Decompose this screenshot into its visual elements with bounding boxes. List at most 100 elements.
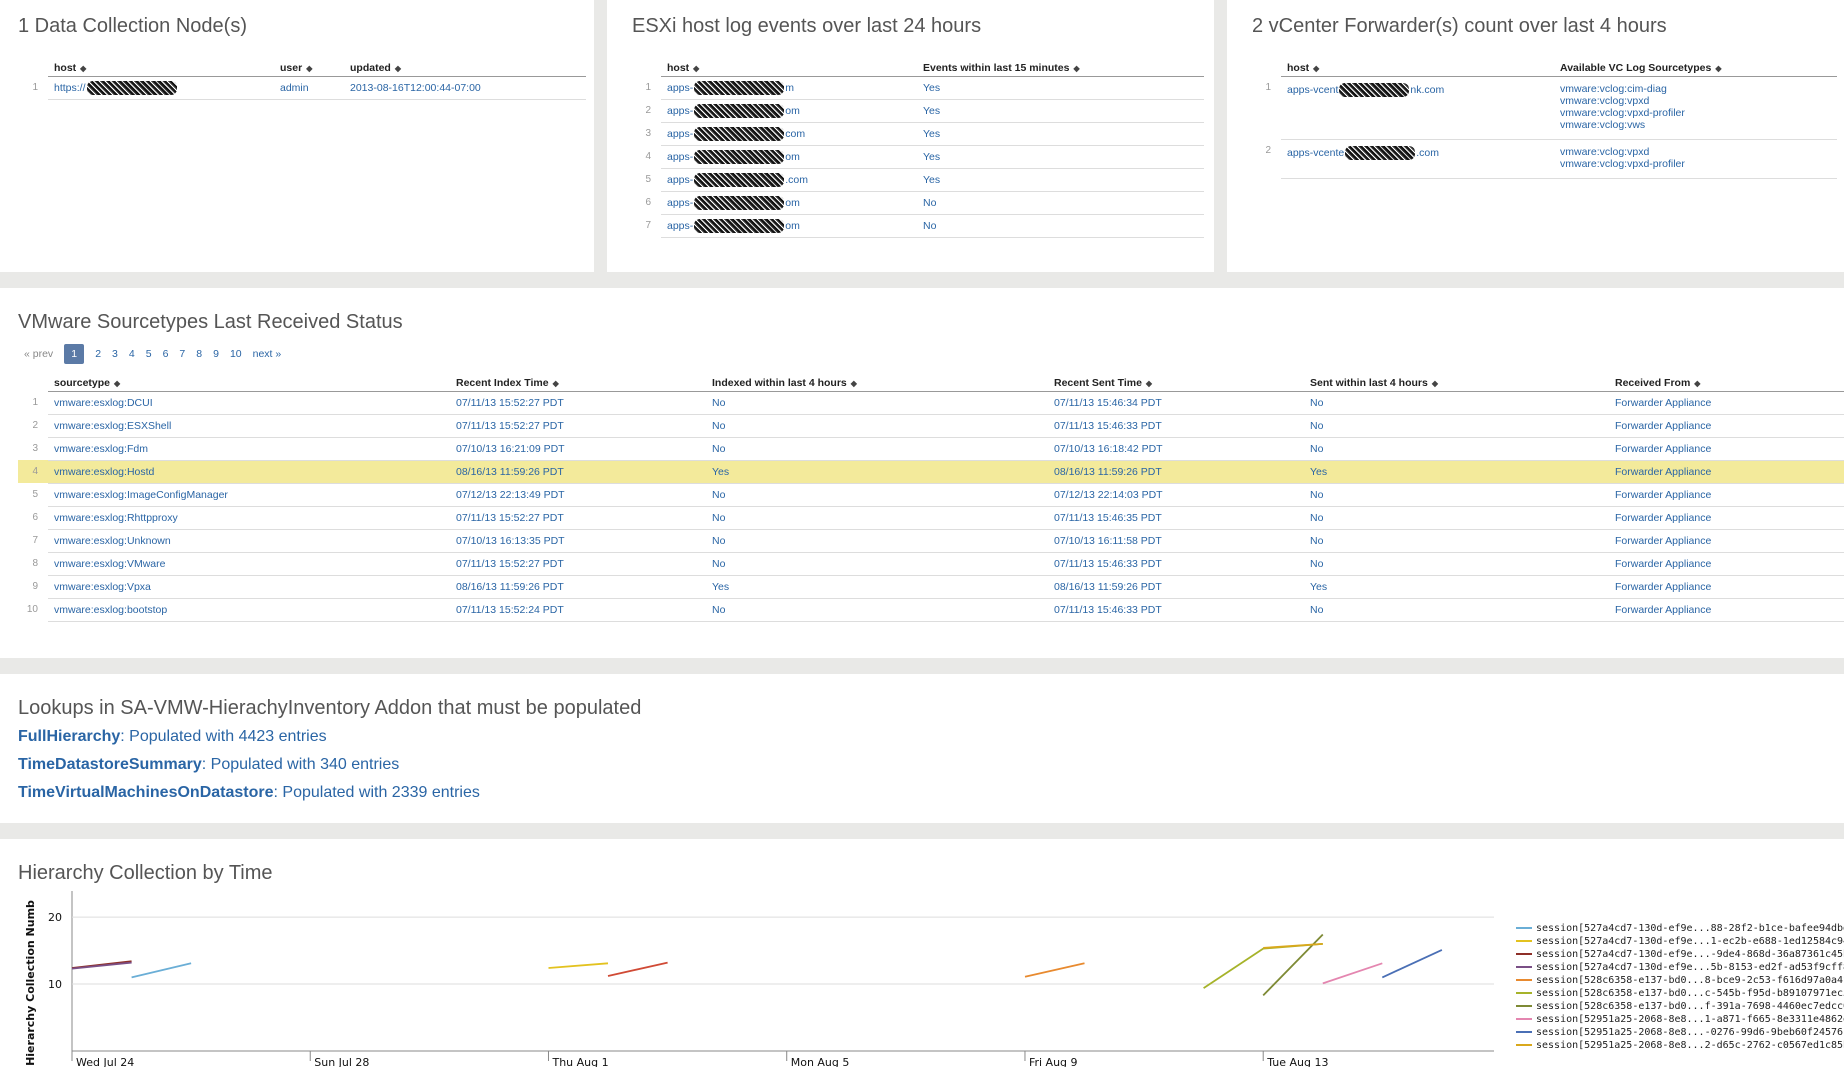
user-cell[interactable]: admin [274, 76, 344, 100]
indexed-cell[interactable]: No [706, 552, 1048, 576]
host-cell[interactable]: https:// [48, 76, 274, 100]
sent-cell[interactable]: No [1304, 414, 1609, 438]
sourcetype-link[interactable]: vmware:vclog:vpxd [1560, 95, 1831, 107]
index-time-cell[interactable]: 07/10/13 16:21:09 PDT [450, 437, 706, 461]
sent-time-cell[interactable]: 07/12/13 22:14:03 PDT [1048, 483, 1304, 507]
col-recent-sent-time[interactable]: Recent Sent Time ◆ [1048, 373, 1304, 392]
sourcetype-link[interactable]: vmware:vclog:vws [1560, 119, 1831, 131]
received-from-cell[interactable]: Forwarder Appliance [1609, 529, 1844, 553]
sourcetype-cell[interactable]: vmware:esxlog:ESXShell [48, 414, 450, 438]
sourcetype-cell[interactable]: vmware:esxlog:Vpxa [48, 575, 450, 599]
pager-page[interactable]: 8 [196, 348, 202, 360]
table-row[interactable]: 2 vmware:esxlog:ESXShell 07/11/13 15:52:27… [18, 414, 1844, 438]
indexed-cell[interactable]: No [706, 414, 1048, 438]
indexed-cell[interactable]: No [706, 506, 1048, 530]
events-cell[interactable]: Yes [917, 76, 1204, 100]
host-cell[interactable]: apps-m [661, 76, 917, 100]
sent-time-cell[interactable]: 07/11/13 15:46:33 PDT [1048, 414, 1304, 438]
table-row[interactable]: 7 apps-om No [631, 214, 1204, 238]
host-cell[interactable]: apps-com [661, 122, 917, 146]
pager-page[interactable]: 2 [95, 348, 101, 360]
sourcetype-cell[interactable]: vmware:esxlog:Unknown [48, 529, 450, 553]
table-row[interactable]: 4 apps-om Yes [631, 145, 1204, 169]
indexed-cell[interactable]: Yes [706, 460, 1048, 484]
received-from-cell[interactable]: Forwarder Appliance [1609, 575, 1844, 599]
index-time-cell[interactable]: 07/11/13 15:52:27 PDT [450, 414, 706, 438]
col-indexed-within[interactable]: Indexed within last 4 hours ◆ [706, 373, 1048, 392]
sent-time-cell[interactable]: 07/11/13 15:46:33 PDT [1048, 598, 1304, 622]
received-from-cell[interactable]: Forwarder Appliance [1609, 598, 1844, 622]
col-received-from[interactable]: Received From ◆ [1609, 373, 1844, 392]
col-events[interactable]: Events within last 15 minutes ◆ [917, 58, 1204, 77]
sent-cell[interactable]: Yes [1304, 575, 1609, 599]
indexed-cell[interactable]: No [706, 437, 1048, 461]
index-time-cell[interactable]: 07/10/13 16:13:35 PDT [450, 529, 706, 553]
host-cell[interactable]: apps- .com [661, 168, 917, 192]
pager-page[interactable]: 1 [64, 344, 85, 364]
host-cell[interactable]: apps-om [661, 145, 917, 169]
table-row[interactable]: 2 apps-vcente .com vmware:vclog:vpxd vmware:… [1251, 139, 1837, 179]
sent-cell[interactable]: No [1304, 529, 1609, 553]
received-from-cell[interactable]: Forwarder Appliance [1609, 437, 1844, 461]
sourcetype-cell[interactable]: vmware:esxlog:ImageConfigManager [48, 483, 450, 507]
index-time-cell[interactable]: 07/12/13 22:13:49 PDT [450, 483, 706, 507]
lookup-link-time-vms-on-datastore[interactable]: TimeVirtualMachinesOnDatastore [18, 784, 274, 801]
col-user[interactable]: user ◆ [274, 58, 344, 77]
indexed-cell[interactable]: No [706, 529, 1048, 553]
table-row[interactable]: 10 vmware:esxlog:bootstop 07/11/13 15:52:2… [18, 598, 1844, 622]
table-row[interactable]: 7 vmware:esxlog:Unknown 07/10/13 16:13:35 … [18, 529, 1844, 553]
table-row[interactable]: 3 apps-com Yes [631, 122, 1204, 146]
pager-page[interactable]: 6 [163, 348, 169, 360]
sourcetype-cell[interactable]: vmware:esxlog:Rhttpproxy [48, 506, 450, 530]
col-sent-within[interactable]: Sent within last 4 hours ◆ [1304, 373, 1609, 392]
lookup-link-full-hierarchy[interactable]: FullHierarchy [18, 728, 120, 745]
sent-cell[interactable]: No [1304, 506, 1609, 530]
table-row[interactable]: 5 apps- .com Yes [631, 168, 1204, 192]
table-row[interactable]: 1 apps-vcent nk.com vmware:vclog:cim-diag vm… [1251, 76, 1837, 140]
host-cell[interactable]: apps-om [661, 99, 917, 123]
sourcetype-link[interactable]: vmware:vclog:vpxd-profiler [1560, 107, 1831, 119]
sent-time-cell[interactable]: 07/11/13 15:46:33 PDT [1048, 552, 1304, 576]
sourcetype-link[interactable]: vmware:vclog:vpxd [1560, 146, 1831, 158]
pager-page[interactable]: 4 [129, 348, 135, 360]
sent-cell[interactable]: Yes [1304, 460, 1609, 484]
received-from-cell[interactable]: Forwarder Appliance [1609, 391, 1844, 415]
indexed-cell[interactable]: No [706, 598, 1048, 622]
indexed-cell[interactable]: No [706, 391, 1048, 415]
index-time-cell[interactable]: 07/11/13 15:52:27 PDT [450, 506, 706, 530]
indexed-cell[interactable]: Yes [706, 575, 1048, 599]
sent-time-cell[interactable]: 07/11/13 15:46:34 PDT [1048, 391, 1304, 415]
events-cell[interactable]: No [917, 191, 1204, 215]
host-cell[interactable]: apps-om [661, 191, 917, 215]
sent-cell[interactable]: No [1304, 437, 1609, 461]
col-sourcetype[interactable]: sourcetype ◆ [48, 373, 450, 392]
table-row[interactable]: 8 vmware:esxlog:VMware 07/11/13 15:52:27 P… [18, 552, 1844, 576]
sent-time-cell[interactable]: 08/16/13 11:59:26 PDT [1048, 575, 1304, 599]
index-time-cell[interactable]: 08/16/13 11:59:26 PDT [450, 575, 706, 599]
table-row[interactable]: 6 vmware:esxlog:Rhttpproxy 07/11/13 15:52:… [18, 506, 1844, 530]
sent-cell[interactable]: No [1304, 598, 1609, 622]
table-row[interactable]: 5 vmware:esxlog:ImageConfigManager 07/12/1… [18, 483, 1844, 507]
table-row[interactable]: 1 vmware:esxlog:DCUI 07/11/13 15:52:27 PDT… [18, 391, 1844, 415]
pager-prev[interactable]: « prev [24, 348, 53, 360]
pager-page[interactable]: 7 [179, 348, 185, 360]
index-time-cell[interactable]: 07/11/13 15:52:27 PDT [450, 552, 706, 576]
sent-time-cell[interactable]: 07/10/13 16:18:42 PDT [1048, 437, 1304, 461]
sent-cell[interactable]: No [1304, 483, 1609, 507]
sourcetype-link[interactable]: vmware:vclog:vpxd-profiler [1560, 158, 1831, 170]
host-cell[interactable]: apps-vcente .com [1281, 139, 1554, 179]
index-time-cell[interactable]: 08/16/13 11:59:26 PDT [450, 460, 706, 484]
col-host[interactable]: host ◆ [661, 58, 917, 77]
table-row[interactable]: 9 vmware:esxlog:Vpxa 08/16/13 11:59:26 PDT… [18, 575, 1844, 599]
sourcetypes-cell[interactable]: vmware:vclog:cim-diag vmware:vclog:vpxd vm… [1554, 76, 1837, 140]
sourcetype-cell[interactable]: vmware:esxlog:bootstop [48, 598, 450, 622]
received-from-cell[interactable]: Forwarder Appliance [1609, 506, 1844, 530]
sourcetype-cell[interactable]: vmware:esxlog:VMware [48, 552, 450, 576]
pager-next[interactable]: next » [253, 348, 282, 360]
sent-cell[interactable]: No [1304, 552, 1609, 576]
received-from-cell[interactable]: Forwarder Appliance [1609, 460, 1844, 484]
pager-page[interactable]: 10 [230, 348, 242, 360]
host-cell[interactable]: apps-om [661, 214, 917, 238]
pager-page[interactable]: 9 [213, 348, 219, 360]
updated-cell[interactable]: 2013-08-16T12:00:44-07:00 [344, 76, 586, 100]
